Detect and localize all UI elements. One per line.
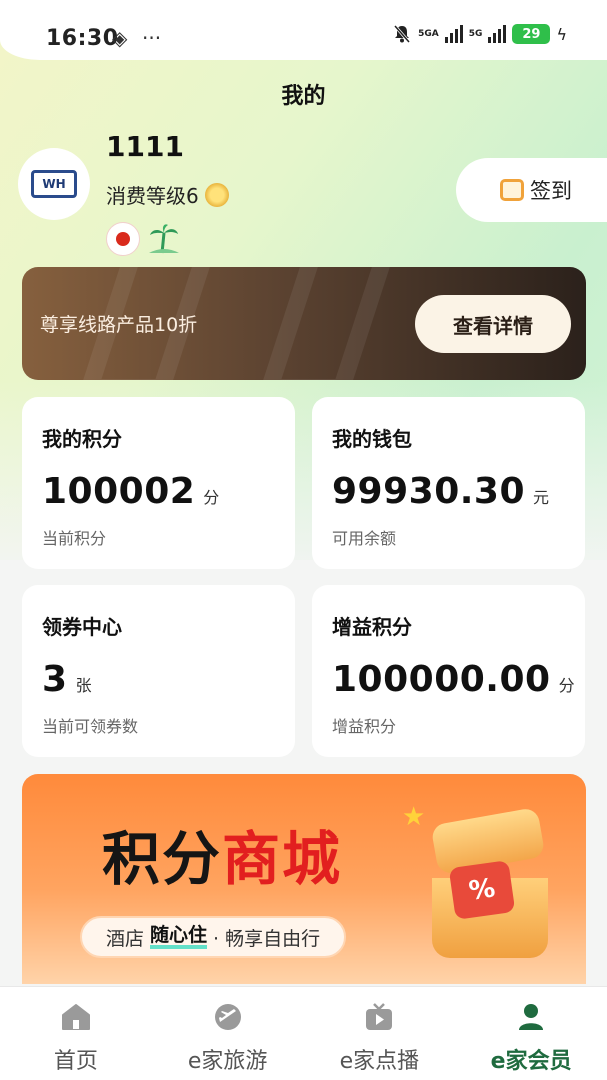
discount-tag-icon: %	[448, 860, 516, 920]
page-title: 我的	[281, 84, 326, 109]
silent-bell-icon	[394, 25, 411, 43]
status-bar: 16:30 ◈ ··· 5GA 5G 29 ϟ	[0, 0, 607, 60]
signin-label: 签到	[530, 179, 572, 203]
card-value-row: 100000.00 分	[332, 659, 575, 700]
card-value-row: 99930.30 元	[332, 471, 549, 512]
palm-tree-icon-graphic	[149, 224, 179, 254]
banner-decoration	[257, 267, 397, 380]
badge-list	[106, 222, 182, 256]
card-unit: 分	[203, 488, 220, 507]
card-subtitle: 增益积分	[332, 717, 397, 736]
battery-level: 29	[522, 26, 541, 42]
tab-video[interactable]: e家点播	[304, 987, 456, 1080]
vip-banner-text: 尊享线路产品10折	[40, 314, 198, 336]
signal-icon-2	[488, 25, 507, 43]
card-unit: 分	[558, 676, 575, 695]
calendar-check-icon	[500, 179, 524, 201]
card-unit: 张	[75, 676, 92, 695]
vpn-icon: ◈	[112, 26, 128, 50]
promo-sub-highlight: 随心住	[150, 925, 208, 949]
card-value-row: 100002 分	[42, 471, 219, 512]
signin-button[interactable]: 签到	[456, 158, 607, 222]
card-subtitle: 当前可领券数	[42, 717, 139, 736]
brand-badge-icon[interactable]	[106, 222, 140, 256]
charging-icon: ϟ	[556, 24, 567, 44]
vip-banner[interactable]: 尊享线路产品10折 查看详情	[22, 267, 586, 380]
card-value: 100000.00	[332, 659, 551, 700]
card-subtitle: 可用余额	[332, 529, 397, 548]
tab-member[interactable]: e家会员	[455, 987, 607, 1080]
home-icon	[59, 1001, 93, 1033]
gift-box-illustration: %	[422, 807, 552, 958]
tab-label: e家点播	[339, 1049, 420, 1074]
username: 1111	[106, 130, 184, 163]
promo-title-red: 商城	[222, 825, 343, 893]
signal-icon	[444, 25, 463, 43]
points-card[interactable]: 我的积分 100002 分 当前积分	[22, 397, 295, 569]
tab-label: e家旅游	[187, 1049, 268, 1074]
more-notifications-icon: ···	[142, 26, 162, 50]
member-icon	[514, 1001, 548, 1033]
card-value-row: 3 张	[42, 659, 92, 700]
promo-sub-prefix: 酒店	[106, 927, 145, 950]
promo-subtitle: 酒店 随心住 · 畅享自由行	[80, 916, 347, 958]
promo-sub-suffix: · 畅享自由行	[213, 927, 321, 950]
points-mall-banner[interactable]: 积分商城 酒店 随心住 · 畅享自由行 ★ %	[22, 774, 586, 984]
promo-title: 积分商城	[102, 812, 342, 896]
travel-icon	[211, 1001, 245, 1033]
coupon-center-card[interactable]: 领券中心 3 张 当前可领券数	[22, 585, 295, 757]
card-subtitle: 当前积分	[42, 529, 107, 548]
tab-label: e家会员	[490, 1049, 572, 1074]
video-icon	[362, 1001, 396, 1033]
tab-travel[interactable]: e家旅游	[152, 987, 304, 1080]
palm-tree-icon[interactable]	[146, 222, 182, 256]
avatar[interactable]: WH	[18, 148, 90, 220]
view-details-button[interactable]: 查看详情	[415, 295, 571, 353]
card-title: 我的积分	[42, 427, 122, 451]
wallet-card[interactable]: 我的钱包 99930.30 元 可用余额	[312, 397, 585, 569]
status-time: 16:30	[46, 26, 119, 51]
logo-icon: WH	[31, 170, 77, 198]
level-medal-icon	[204, 182, 229, 207]
card-value: 99930.30	[332, 471, 526, 512]
card-value: 100002	[42, 471, 196, 512]
card-unit: 元	[533, 488, 550, 507]
card-title: 领券中心	[42, 615, 122, 639]
battery-icon: 29	[512, 24, 551, 44]
member-level-label: 消费等级6	[106, 184, 199, 208]
tab-label: 首页	[53, 1049, 98, 1074]
promo-title-black: 积分	[102, 825, 223, 893]
network-label-5g: 5G	[468, 28, 483, 39]
status-indicators: 5GA 5G 29 ϟ	[392, 24, 567, 44]
tab-home[interactable]: 首页	[0, 987, 152, 1080]
card-value: 3	[42, 659, 68, 700]
bottom-tab-bar: 首页 e家旅游 e家点播 e家会员	[0, 986, 607, 1080]
network-label-5ga: 5GA	[418, 28, 439, 39]
member-level[interactable]: 消费等级6	[106, 180, 229, 209]
card-title: 增益积分	[332, 615, 412, 639]
bonus-points-card[interactable]: 增益积分 100000.00 分 增益积分	[312, 585, 585, 757]
card-title: 我的钱包	[332, 427, 412, 451]
